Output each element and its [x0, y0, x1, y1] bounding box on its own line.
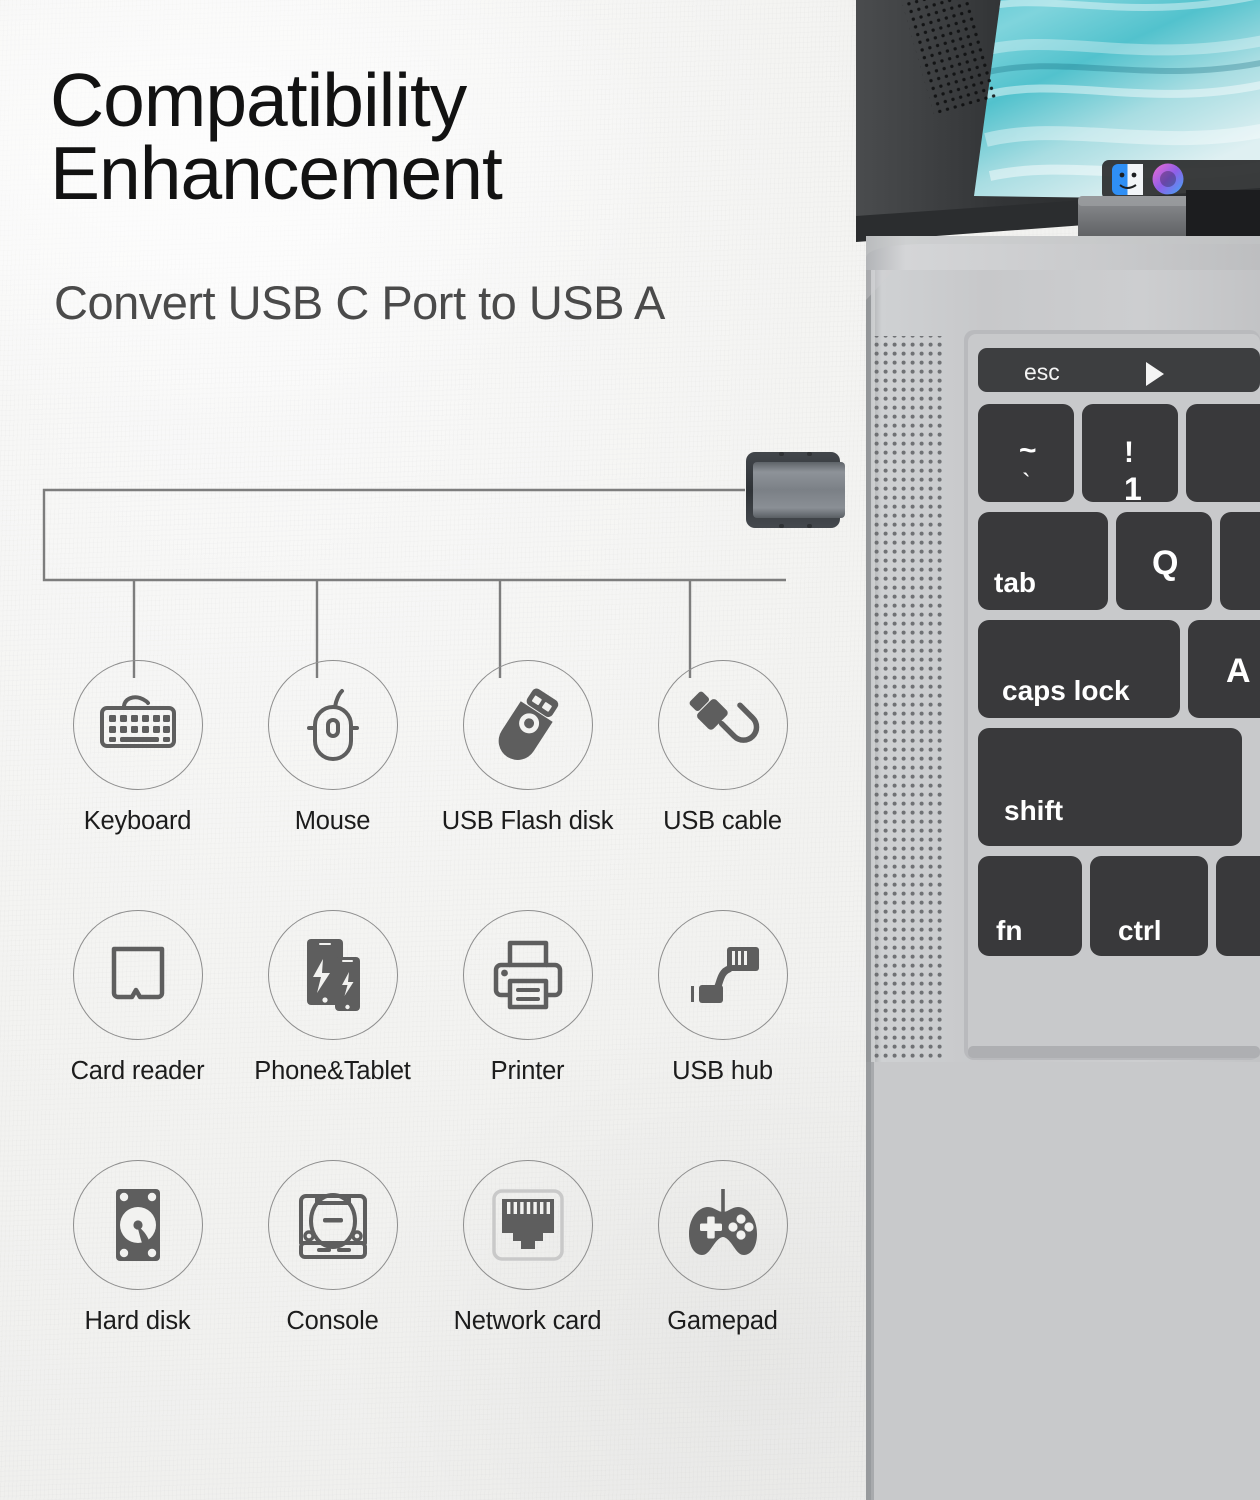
compatibility-label: Phone&Tablet	[254, 1057, 411, 1085]
compatibility-label: USB Flash disk	[441, 807, 614, 835]
key-row-modifier: fn ctrl	[978, 856, 1260, 956]
key-tilde-label: ~	[1019, 434, 1037, 467]
network-card-icon	[491, 1189, 564, 1261]
usb-hub-icon	[690, 947, 759, 1003]
compatibility-row: Card reader Phone&Tablet Printer USB hub	[40, 910, 820, 1160]
compatibility-item-hard-disk[interactable]: Hard disk	[40, 1160, 235, 1410]
compatibility-item-usb-hub[interactable]: USB hub	[625, 910, 820, 1160]
compatibility-item-phone-tablet[interactable]: Phone&Tablet	[235, 910, 430, 1160]
icon-circle	[72, 660, 203, 790]
console-icon	[298, 1193, 367, 1259]
infographic-canvas: Compatibility Enhancement Convert USB C …	[0, 0, 1260, 1500]
key-capslock-label: caps lock	[1002, 675, 1130, 706]
icon-circle	[267, 1160, 398, 1290]
touchbar-esc-label: esc	[1024, 359, 1060, 385]
palm-rest	[872, 1062, 1260, 1500]
compatibility-label: Console	[286, 1307, 379, 1335]
compatibility-row: Hard disk Console Network card Gamepad	[40, 1160, 820, 1410]
key-tab-label: tab	[994, 567, 1036, 598]
key-row-number: ~ ` ! 1	[978, 404, 1260, 507]
hard-disk-icon	[115, 1189, 160, 1261]
key-backtick-label: `	[1022, 468, 1031, 498]
key-q-label: Q	[1152, 544, 1178, 582]
compatibility-item-network-card[interactable]: Network card	[430, 1160, 625, 1410]
compatibility-row: Keyboard Mouse USB Flash disk USB cable	[40, 660, 820, 910]
compatibility-label: Mouse	[294, 807, 371, 835]
compatibility-item-usb-flash-disk[interactable]: USB Flash disk	[430, 660, 625, 910]
compatibility-grid: Keyboard Mouse USB Flash disk USB cable …	[40, 660, 820, 1410]
printer-icon	[493, 940, 562, 1010]
icon-circle	[72, 910, 203, 1040]
key-ctrl-label: ctrl	[1118, 915, 1162, 946]
icon-circle	[462, 660, 593, 790]
keyboard-tray: esc ~ ` ! 1 tab Q caps lock A shift fn c…	[964, 330, 1260, 1060]
compatibility-item-usb-cable[interactable]: USB cable	[625, 660, 820, 910]
icon-circle	[72, 1160, 203, 1290]
key-fn-label: fn	[996, 915, 1022, 946]
compatibility-item-card-reader[interactable]: Card reader	[40, 910, 235, 1160]
compatibility-label: USB cable	[663, 807, 782, 835]
gamepad-icon	[688, 1189, 757, 1255]
icon-circle	[657, 1160, 788, 1290]
icon-circle	[267, 660, 398, 790]
touch-bar: esc	[978, 348, 1260, 392]
compatibility-item-gamepad[interactable]: Gamepad	[625, 1160, 820, 1410]
compatibility-label: Keyboard	[83, 807, 192, 835]
key-one-label: 1	[1124, 471, 1142, 507]
mouse-icon	[306, 689, 359, 761]
compatibility-label: USB hub	[672, 1057, 773, 1085]
key-row-shift: shift	[978, 728, 1242, 846]
macbook-laptop: esc ~ ` ! 1 tab Q caps lock A shift fn c…	[856, 0, 1260, 1500]
key-shift-label: shift	[1004, 795, 1063, 826]
page-title: Compatibility Enhancement	[50, 58, 830, 215]
card-reader-icon	[111, 946, 164, 1000]
headline-line-1: Compatibility	[50, 58, 467, 142]
usb-cable-icon	[689, 691, 759, 743]
icon-circle	[462, 910, 593, 1040]
key-a-label: A	[1226, 652, 1251, 690]
key-exclaim-label: !	[1124, 436, 1134, 469]
compatibility-label: Network card	[453, 1307, 602, 1335]
compatibility-item-printer[interactable]: Printer	[430, 910, 625, 1160]
compatibility-item-console[interactable]: Console	[235, 1160, 430, 1410]
compatibility-label: Hard disk	[84, 1307, 191, 1335]
speaker-grille-left	[872, 336, 946, 1058]
compatibility-label: Card reader	[70, 1057, 205, 1085]
compatibility-item-mouse[interactable]: Mouse	[235, 660, 430, 910]
usb-c-to-usb-a-adapter	[746, 452, 845, 528]
page-subtitle: Convert USB C Port to USB A	[54, 276, 665, 329]
compatibility-label: Gamepad	[667, 1307, 778, 1335]
headline-line-2: Enhancement	[50, 130, 503, 215]
phone-tablet-icon	[306, 939, 360, 1011]
icon-circle	[267, 910, 398, 1040]
icon-circle	[657, 910, 788, 1040]
compatibility-item-keyboard[interactable]: Keyboard	[40, 660, 235, 910]
usb-flash-disk-icon	[498, 688, 558, 760]
icon-circle	[462, 1160, 593, 1290]
key-row-capslock: caps lock A	[978, 620, 1260, 718]
compatibility-label: Printer	[490, 1057, 565, 1085]
keyboard-icon	[99, 695, 176, 748]
icon-circle	[657, 660, 788, 790]
